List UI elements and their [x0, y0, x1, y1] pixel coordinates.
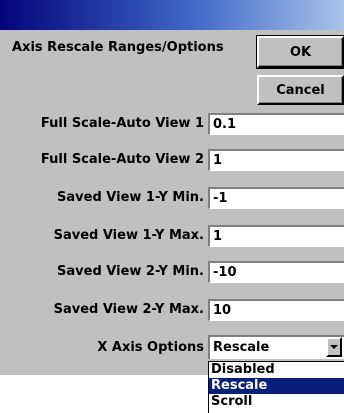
view-1-y-max-label: Saved View 1-Y Max. — [53, 228, 204, 243]
option-disabled[interactable]: Disabled — [209, 362, 344, 378]
full-scale-view-1-label: Full Scale-Auto View 1 — [40, 116, 204, 131]
view-1-y-min-label: Saved View 1-Y Min. — [57, 190, 204, 205]
view-2-y-max-input[interactable]: 10 — [208, 299, 344, 321]
option-scroll[interactable]: Scroll — [209, 394, 344, 410]
x-axis-options-dropdown: Disabled Rescale Scroll — [208, 361, 344, 413]
view-2-y-max-label: Saved View 2-Y Max. — [53, 302, 204, 317]
field-row-full-scale-view-2: Full Scale-Auto View 2 1 — [0, 149, 344, 173]
x-axis-options-label: X Axis Options — [97, 340, 204, 355]
full-scale-view-2-input[interactable]: 1 — [208, 149, 344, 171]
full-scale-view-1-input[interactable]: 0.1 — [208, 113, 344, 135]
axis-rescale-dialog: Axis Rescale Ranges/Options OK Cancel Fu… — [0, 0, 344, 375]
dialog-heading: Axis Rescale Ranges/Options — [12, 40, 224, 55]
cancel-button[interactable]: Cancel — [257, 75, 344, 105]
x-axis-options-select[interactable]: Rescale — [208, 335, 344, 359]
view-2-y-min-label: Saved View 2-Y Min. — [57, 264, 204, 279]
ok-button[interactable]: OK — [256, 35, 344, 69]
chevron-down-icon[interactable] — [326, 337, 342, 357]
field-row-view-1-y-min: Saved View 1-Y Min. -1 — [0, 187, 344, 211]
view-1-y-max-input[interactable]: 1 — [208, 225, 344, 247]
option-rescale[interactable]: Rescale — [209, 378, 344, 394]
full-scale-view-2-label: Full Scale-Auto View 2 — [40, 152, 204, 167]
field-row-view-2-y-min: Saved View 2-Y Min. -10 — [0, 261, 344, 285]
field-row-full-scale-view-1: Full Scale-Auto View 1 0.1 — [0, 113, 344, 137]
view-1-y-min-input[interactable]: -1 — [208, 187, 344, 209]
view-2-y-min-input[interactable]: -10 — [208, 261, 344, 283]
title-bar[interactable] — [0, 0, 344, 30]
field-row-view-1-y-max: Saved View 1-Y Max. 1 — [0, 225, 344, 249]
field-row-view-2-y-max: Saved View 2-Y Max. 10 — [0, 299, 344, 323]
